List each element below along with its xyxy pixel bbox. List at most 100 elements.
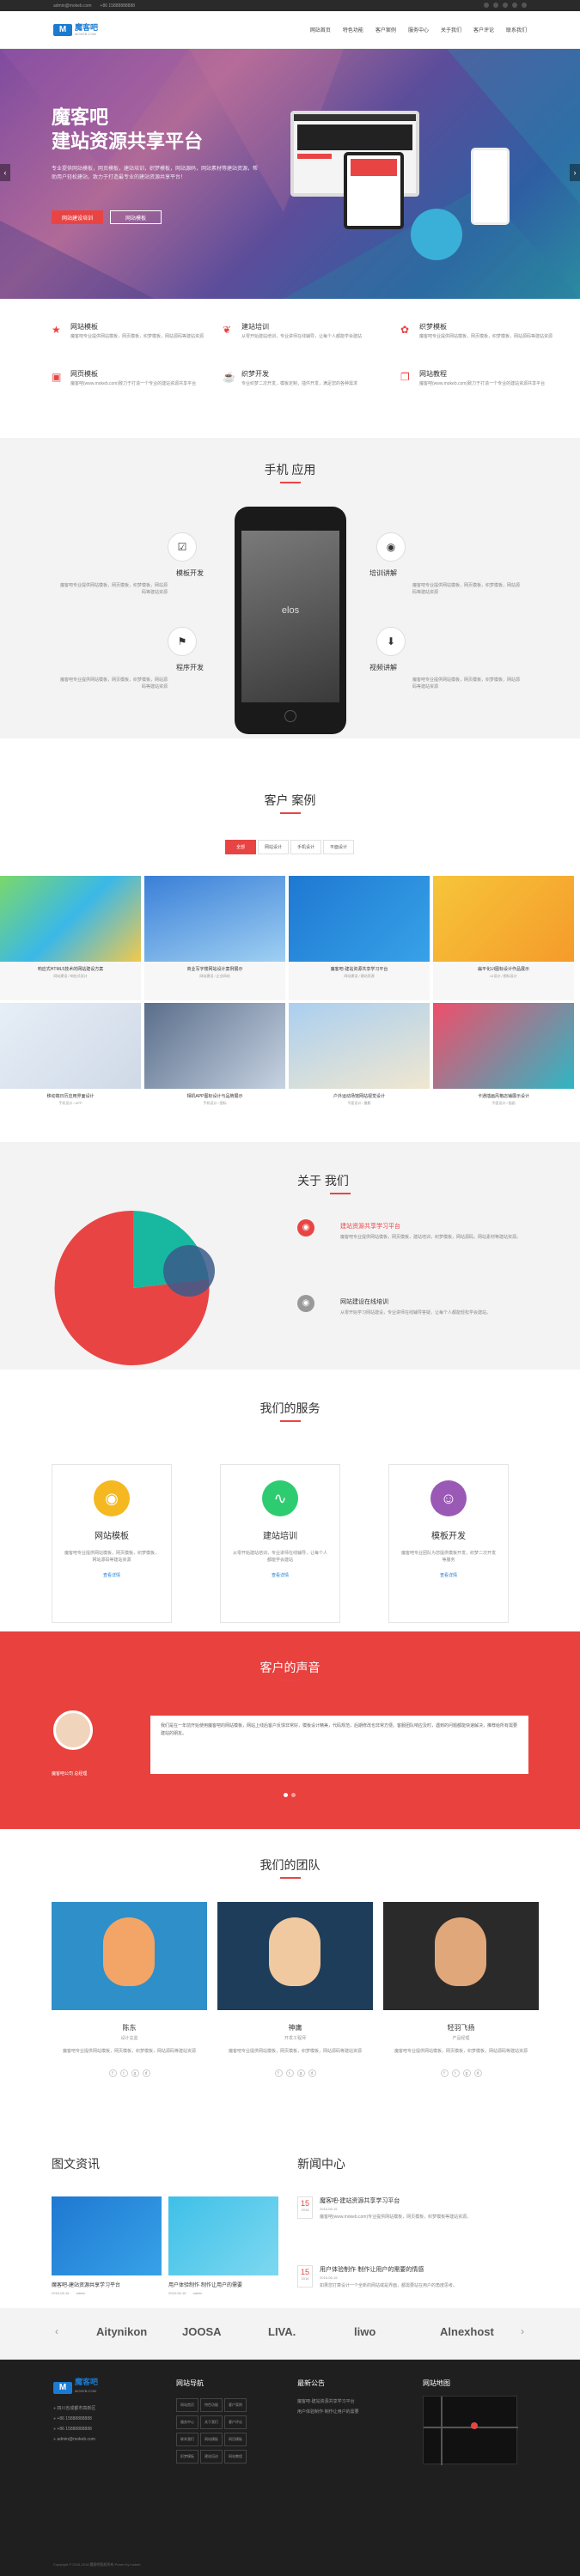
- brand-next-icon[interactable]: ›: [521, 2325, 524, 2337]
- footer-link[interactable]: 服务中心: [176, 2415, 198, 2429]
- news-item[interactable]: 15 2016 魔客吧-建站资源共享学习平台 2016-06-15 魔客吧(www.mo…: [297, 2196, 529, 2248]
- pic-news-item[interactable]: 用户体验制作·制作让用户的需要 2016-06-16 admin: [168, 2196, 278, 2300]
- team-member[interactable]: 陈东 设计总监 魔客吧专业提供网站模板，网页模板，织梦模板，网站源码等建站资源 f t g…: [52, 1902, 207, 2079]
- testimonial-dot[interactable]: [291, 1793, 296, 1797]
- hero-secondary-button[interactable]: 网站模板: [110, 210, 162, 224]
- wechat-icon[interactable]: [493, 2, 498, 8]
- footer-link[interactable]: 关于我们: [200, 2415, 223, 2429]
- brand-logo[interactable]: JOOSA: [182, 2325, 222, 2338]
- nav-item[interactable]: 服务中心: [408, 26, 429, 33]
- hero-title-1: 魔客吧: [52, 106, 109, 128]
- footer-link[interactable]: 联系我们: [176, 2433, 198, 2446]
- brand-logo[interactable]: LIVA.: [268, 2325, 296, 2338]
- nav-item[interactable]: 网站首页: [310, 26, 331, 33]
- footer-nav-title: 网站导航: [176, 2379, 204, 2387]
- brand-logo[interactable]: liwo: [354, 2325, 375, 2338]
- footer-link[interactable]: 网站模板: [200, 2433, 223, 2446]
- service-more-link[interactable]: 查看详情: [52, 1572, 171, 1578]
- feature-item[interactable]: ☕ 织梦开发 专业织梦二次开发，模板定制，插件开发，满足您的各种需求: [223, 369, 386, 404]
- service-more-link[interactable]: 查看详情: [389, 1572, 508, 1578]
- case-item[interactable]: 商业写字楼网站设计案例展示 网站建设 / 企业网站: [144, 876, 285, 1000]
- case-item[interactable]: 魔客吧-建站资源共享学习平台 网站建设 / 建站资源: [289, 876, 430, 1000]
- case-tab[interactable]: 全部: [225, 840, 256, 854]
- case-subcaption: UI设计 / 图标设计: [490, 974, 517, 978]
- footer-notice[interactable]: 魔客吧-建站资源共享学习平台: [297, 2397, 409, 2407]
- weibo-icon[interactable]: [484, 2, 489, 8]
- case-item[interactable]: 相机APP图标设计与品牌展示 手机设计 / 图标: [144, 1003, 285, 1121]
- footer-link[interactable]: 特色功能: [200, 2398, 223, 2412]
- google-plus-icon[interactable]: g: [462, 2069, 471, 2077]
- twitter-icon[interactable]: t: [285, 2069, 294, 2077]
- twitter-icon[interactable]: [512, 2, 517, 8]
- camera-icon[interactable]: ◉: [376, 532, 406, 562]
- testimonial-dot-active[interactable]: [284, 1793, 288, 1797]
- google-plus-icon[interactable]: g: [131, 2069, 139, 2077]
- team-desc: 魔客吧专业提供网站模板，网页模板，织梦模板，网站源码等建站资源: [394, 2049, 528, 2054]
- service-card[interactable]: ◉ 网站模板 魔客吧专业提供网站模板，网页模板，织梦模板，网站源码等建站资源 查看详情: [52, 1464, 172, 1623]
- service-card[interactable]: ∿ 建站培训 从零开始建站培训，专业讲师在线辅导，让每个人都能学会建站 查看详情: [220, 1464, 340, 1623]
- service-card[interactable]: ☺ 模板开发 魔客吧专业团队为您提供模板开发，织梦二次开发等服务 查看详情: [388, 1464, 509, 1623]
- nav-item[interactable]: 联系我们: [506, 26, 527, 33]
- footer-map[interactable]: [423, 2396, 518, 2465]
- footer-logo[interactable]: M 魔客吧 MOKEB.COM: [53, 2379, 156, 2397]
- checkbox-icon[interactable]: ☑: [168, 532, 197, 562]
- brand-logo[interactable]: Aitynikon: [96, 2325, 147, 2338]
- case-subcaption: 网站建设 / 建站资源: [344, 974, 375, 978]
- book-icon: ❐: [400, 371, 410, 383]
- feature-item[interactable]: ▣ 网页模板 魔客吧(www.mokeb.com)致力于打造一个专业的建站资源共享平…: [52, 369, 215, 404]
- case-tab[interactable]: 手机设计: [290, 840, 321, 854]
- pic-news-item[interactable]: 魔客吧-建站资源共享学习平台 2016-06-16 admin: [52, 2196, 162, 2300]
- logo[interactable]: M 魔客吧 MOKEB.COM: [53, 23, 98, 36]
- hero-primary-button[interactable]: 网站建设培训: [52, 210, 103, 224]
- brand-prev-icon[interactable]: ‹: [55, 2325, 58, 2337]
- footer-link[interactable]: 客户评论: [224, 2415, 247, 2429]
- dribbble-icon[interactable]: d: [142, 2069, 150, 2077]
- case-item[interactable]: 户外运动场馆网站视觉设计 平面设计 / 摄影: [289, 1003, 430, 1121]
- team-photo: [52, 1902, 207, 2010]
- footer-link[interactable]: 织梦模板: [176, 2450, 198, 2464]
- footer-link[interactable]: 网页模板: [224, 2433, 247, 2446]
- footer-contact-text: admin@mokeb.com: [57, 2437, 95, 2442]
- feature-item[interactable]: ✿ 织梦模板 魔客吧专业提供网站模板，网页模板，织梦模板，网站源码等建站资源: [400, 322, 564, 356]
- team-member[interactable]: 神庸 开发工程师 魔客吧专业提供网站模板，网页模板，织梦模板，网站源码等建站资源 f t…: [217, 1902, 373, 2079]
- case-tab[interactable]: 网站设计: [258, 840, 289, 854]
- flag-icon[interactable]: ⚑: [168, 627, 197, 656]
- nav-item[interactable]: 客户案例: [375, 26, 396, 33]
- dribbble-icon[interactable]: d: [473, 2069, 482, 2077]
- nav-item[interactable]: 关于我们: [441, 26, 461, 33]
- case-tab[interactable]: 平面设计: [323, 840, 354, 854]
- dribbble-icon[interactable]: d: [308, 2069, 316, 2077]
- case-image: [0, 876, 141, 962]
- footer-link[interactable]: 网站首页: [176, 2398, 198, 2412]
- feature-item[interactable]: ★ 网站模板 魔客吧专业提供网站模板，网页模板，织梦模板，网站源码等建站资源: [52, 322, 215, 356]
- download-icon[interactable]: ⬇: [376, 627, 406, 656]
- brand-logo[interactable]: Alnexhost: [440, 2325, 494, 2338]
- case-item[interactable]: 扁平化UI图标设计作品展示 UI设计 / 图标设计: [433, 876, 574, 1000]
- qq-icon[interactable]: [503, 2, 508, 8]
- twitter-icon[interactable]: t: [119, 2069, 128, 2077]
- case-item[interactable]: 移动端日历应用界面设计 手机设计 / APP: [0, 1003, 141, 1121]
- team-social: ftgd: [383, 2063, 539, 2079]
- hero-prev-arrow-icon[interactable]: ‹: [0, 164, 10, 181]
- service-more-link[interactable]: 查看详情: [221, 1572, 339, 1578]
- case-subcaption: 网站建设 / 企业网站: [199, 974, 230, 978]
- twitter-icon[interactable]: t: [451, 2069, 460, 2077]
- facebook-icon[interactable]: f: [440, 2069, 449, 2077]
- facebook-icon[interactable]: f: [108, 2069, 117, 2077]
- footer-notice[interactable]: 用户体验制作·制作让用户的需要: [297, 2407, 409, 2417]
- feature-item[interactable]: ❦ 建站培训 从零开始建站培训，专业讲师在线辅导，让每个人都能学会建站: [223, 322, 386, 356]
- hero-next-arrow-icon[interactable]: ›: [570, 164, 580, 181]
- case-item[interactable]: 卡通插画风格店铺展示设计 平面设计 / 插画: [433, 1003, 574, 1121]
- nav-item[interactable]: 客户评论: [473, 26, 494, 33]
- footer-link[interactable]: 网站教程: [224, 2450, 247, 2464]
- team-member[interactable]: 轻羽飞扬 产品经理 魔客吧专业提供网站模板，网页模板，织梦模板，网站源码等建站资源 f…: [383, 1902, 539, 2079]
- case-item[interactable]: 响应式HTML5技术的网站建设方案 网站建设 / 响应式设计: [0, 876, 141, 1000]
- facebook-icon[interactable]: f: [274, 2069, 283, 2077]
- about-item-2-title: 网站建设在线培训: [340, 1299, 388, 1305]
- feature-item[interactable]: ❐ 网站教程 魔客吧(www.mokeb.com)致力于打造一个专业的建站资源共享平…: [400, 369, 564, 404]
- rss-icon[interactable]: [522, 2, 527, 8]
- nav-item[interactable]: 特色功能: [343, 26, 363, 33]
- footer-link[interactable]: 建站培训: [200, 2450, 223, 2464]
- google-plus-icon[interactable]: g: [296, 2069, 305, 2077]
- footer-link[interactable]: 客户案例: [224, 2398, 247, 2412]
